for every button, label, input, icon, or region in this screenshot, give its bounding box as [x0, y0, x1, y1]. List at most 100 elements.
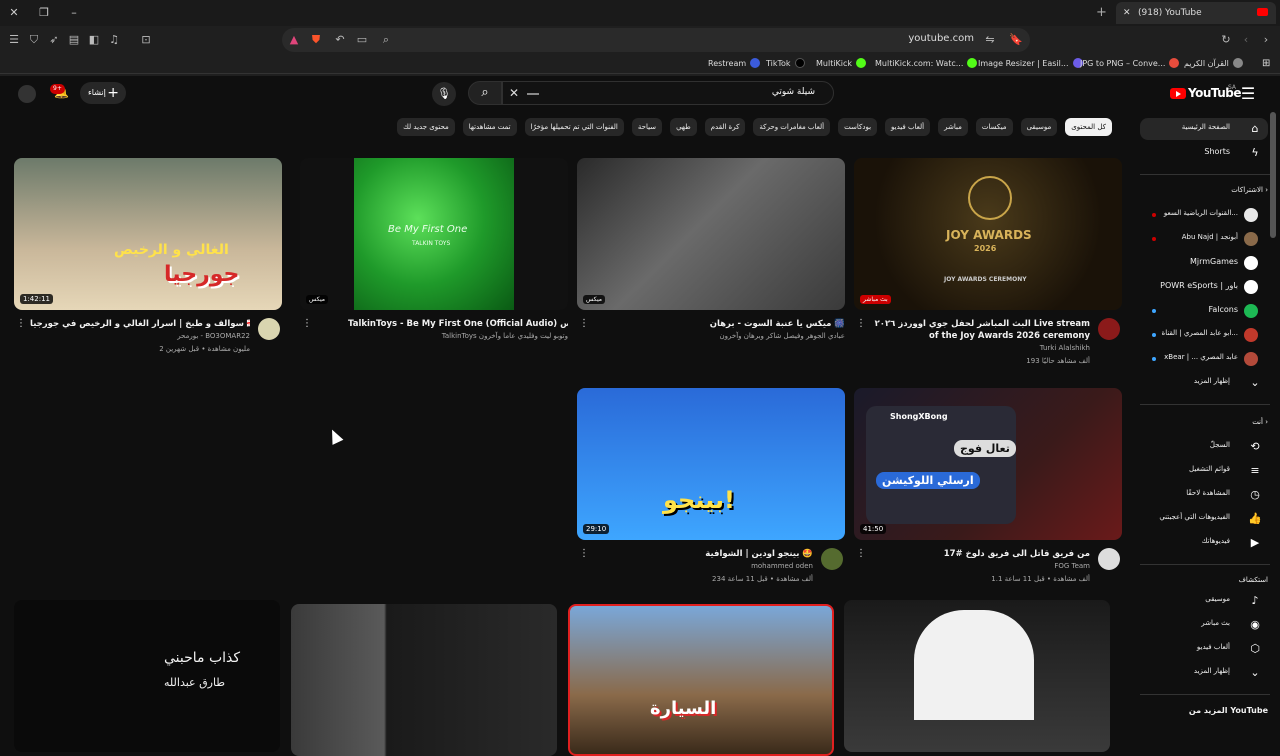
search-input[interactable]: ✕ شيلة شوتي: [502, 81, 834, 105]
video-card[interactable]: Be My First One TALKIN TOYS ميكس TalkinT…: [300, 158, 568, 358]
video-card[interactable]: [844, 600, 1112, 752]
more-options-icon[interactable]: ⋮: [579, 548, 589, 562]
channel-name[interactable]: TalkinToys وتوبو ليت وفليدي عاما وآخرون: [348, 332, 568, 340]
sidebar-item-watch-later[interactable]: ◷ المشاهدة لاحقًا: [1140, 484, 1268, 506]
sidebar-item-home[interactable]: ⌂ الصفحة الرئيسية: [1140, 118, 1268, 140]
more-options-icon[interactable]: ⋮: [856, 548, 866, 562]
bookmark-item[interactable]: Restream: [708, 58, 761, 68]
bookmark-icon[interactable]: 🔖: [1008, 32, 1024, 48]
clear-search-icon[interactable]: ✕: [509, 86, 519, 100]
video-thumbnail[interactable]: ميكس: [577, 158, 845, 310]
video-card[interactable]: ميكس ميكس يا عنبة السوت - برهان 🎆 عبادي …: [577, 158, 845, 358]
back-icon[interactable]: ‹: [1238, 32, 1254, 48]
more-options-icon[interactable]: ⋮: [579, 318, 589, 332]
video-thumbnail[interactable]: بينجو! 29:10: [577, 388, 845, 540]
chip-cooking[interactable]: طهي: [670, 118, 697, 136]
channel-avatar[interactable]: [258, 318, 280, 340]
more-options-icon[interactable]: ⋮: [856, 318, 866, 332]
video-thumbnail[interactable]: Be My First One TALKIN TOYS ميكس: [300, 158, 568, 310]
sidebar-subscription[interactable]: MjrmGames: [1140, 252, 1268, 274]
channel-name[interactable]: mohammed oden: [593, 562, 813, 570]
channel-avatar[interactable]: [821, 548, 843, 570]
create-button[interactable]: إنشاء +: [80, 82, 126, 104]
voice-search-button[interactable]: 🎙: [432, 82, 456, 106]
sidebar-item-history[interactable]: ⟲ السجلّ: [1140, 436, 1268, 458]
sidebar-item-gaming[interactable]: ⬡ ألعاب فيديو: [1140, 638, 1268, 660]
subscriptions-heading[interactable]: الاشتراكات ›: [1231, 186, 1268, 194]
channel-name[interactable]: عبادي الجوهر وفيصل شاكر وبرهان وآخرون: [625, 332, 845, 340]
chip-new-to-you[interactable]: محتوى جديد لك: [397, 118, 455, 136]
menu-icon[interactable]: ☰: [6, 32, 22, 48]
video-title[interactable]: TalkinToys - Be My First One (Official A…: [348, 318, 568, 330]
sidebar-item-music[interactable]: ♪ موسيقى: [1140, 590, 1268, 612]
aria-icon[interactable]: ▲: [286, 32, 302, 48]
chip-gaming[interactable]: ألعاب فيديو: [885, 118, 931, 136]
chip-live[interactable]: مباشر: [938, 118, 968, 136]
video-thumbnail[interactable]: [291, 604, 557, 756]
shield-icon[interactable]: ⛉: [26, 32, 42, 48]
search-button[interactable]: ⌕: [468, 81, 502, 105]
video-thumbnail[interactable]: [844, 600, 1110, 752]
more-options-icon[interactable]: ⋮: [302, 318, 312, 332]
channel-name[interactable]: FOG Team: [870, 562, 1090, 570]
tab-close-icon[interactable]: ✕: [1123, 2, 1131, 24]
chip-football[interactable]: كرة القدم: [704, 118, 746, 136]
chip-action-adventure[interactable]: ألعاب مغامرات وحركة: [753, 118, 831, 136]
video-card[interactable]: بينجو! 29:10 بينجو اودين | الشوافية 🤩 mo…: [577, 388, 845, 588]
forward-icon[interactable]: ›: [1258, 32, 1274, 48]
back-history-icon[interactable]: ↶: [332, 32, 348, 48]
video-thumbnail[interactable]: كذاب ماحبني طارق عبدالله: [14, 600, 280, 752]
video-card[interactable]: ShongXBong تعال فوج ارسلي اللوكيشن 41:50…: [854, 388, 1122, 588]
search-icon[interactable]: ⌕: [378, 32, 394, 48]
reload-icon[interactable]: ↻: [1218, 32, 1234, 48]
chip-all[interactable]: كل المحتوى: [1065, 118, 1112, 136]
sidebar-subscription[interactable]: القنوات الرياضية السعو...: [1140, 204, 1268, 226]
reader-icon[interactable]: ▭: [354, 32, 370, 48]
chip-tourism[interactable]: سياحة: [631, 118, 663, 136]
minimize-window-icon[interactable]: –: [66, 5, 82, 21]
bookmark-item[interactable]: MultiKick: [816, 58, 867, 68]
restore-window-icon[interactable]: ❐: [36, 5, 52, 21]
chip-music[interactable]: موسيقى: [1020, 118, 1058, 136]
sidebar-subscription[interactable]: xBear | ... عابد المصري: [1140, 348, 1268, 370]
more-options-icon[interactable]: ⋮: [16, 318, 26, 332]
video-thumbnail[interactable]: الغالي و الرخيص جورجيا 1:42:11: [14, 158, 282, 310]
video-title[interactable]: البث المباشر لحفل جوي اووردز ٢٠٢٦ Live s…: [870, 318, 1090, 342]
channel-name[interactable]: بورمحر - BO3OMAR22: [30, 332, 250, 340]
bookmark-item[interactable]: TikTok: [766, 58, 805, 68]
tabs-icon[interactable]: ▤: [66, 32, 82, 48]
screenshot-icon[interactable]: ⊡: [138, 32, 154, 48]
youtube-logo[interactable]: YouTube SA: [1170, 84, 1242, 102]
video-title[interactable]: سوالف و طبخ | اسرار الغالي و الرخيص في ج…: [30, 318, 250, 330]
address-bar[interactable]: ▲ ⛊ ↶ ▭ ⌕ youtube.com ⇋ 🔖: [282, 28, 1030, 52]
channel-name[interactable]: Turki Alalshikh: [870, 344, 1090, 352]
video-card[interactable]: الغالي و الرخيص جورجيا 1:42:11 سوالف و ط…: [14, 158, 282, 358]
video-thumbnail[interactable]: ShongXBong تعال فوج ارسلي اللوكيشن 41:50: [854, 388, 1122, 540]
sidebar-item-shorts[interactable]: ϟ Shorts: [1140, 142, 1268, 164]
sidebar-toggle-icon[interactable]: ◧: [86, 32, 102, 48]
all-bookmarks-icon[interactable]: ⊞: [1262, 58, 1270, 69]
sidebar-item-live[interactable]: ◉ بث مباشر: [1140, 614, 1268, 636]
new-tab-button[interactable]: +: [1096, 5, 1107, 20]
video-card[interactable]: [291, 604, 559, 756]
rocket-icon[interactable]: ➶: [46, 32, 62, 48]
close-window-icon[interactable]: ✕: [6, 5, 22, 21]
bookmark-item[interactable]: Image Resizer | Easil...: [978, 58, 1083, 68]
video-thumbnail[interactable]: JOY AWARDS 2026 JOY AWARDS CEREMONY بث م…: [854, 158, 1122, 310]
sidebar-subscription[interactable]: ابو عابد المصري | القناة...: [1140, 324, 1268, 346]
page-scrollbar[interactable]: [1270, 112, 1276, 238]
account-avatar[interactable]: [18, 85, 36, 103]
brave-shield-icon[interactable]: ⛊: [308, 32, 324, 48]
video-card[interactable]: JOY AWARDS 2026 JOY AWARDS CEREMONY بث م…: [854, 158, 1122, 368]
chip-recently-uploaded[interactable]: الفنوات التي تم تحميلها مؤخرًا: [524, 118, 624, 136]
video-thumbnail[interactable]: السيارة: [568, 604, 834, 756]
browser-tab[interactable]: ✕ (918) YouTube: [1116, 2, 1276, 24]
sidebar-show-more-2[interactable]: ⌄ إظهار المزيد: [1140, 662, 1268, 684]
channel-avatar[interactable]: [1098, 548, 1120, 570]
chip-podcasts[interactable]: بودكاست: [838, 118, 878, 136]
sidebar-show-more[interactable]: ⌄ إظهار المزيد: [1140, 372, 1268, 394]
site-settings-icon[interactable]: ⇋: [982, 32, 998, 48]
sidebar-item-liked-videos[interactable]: 👍 الفيديوهات التي أعجبتني: [1140, 508, 1268, 530]
bookmark-item[interactable]: JPG to PNG – Conve...: [1080, 58, 1180, 68]
chip-watched[interactable]: تمت مشاهدتها: [462, 118, 517, 136]
